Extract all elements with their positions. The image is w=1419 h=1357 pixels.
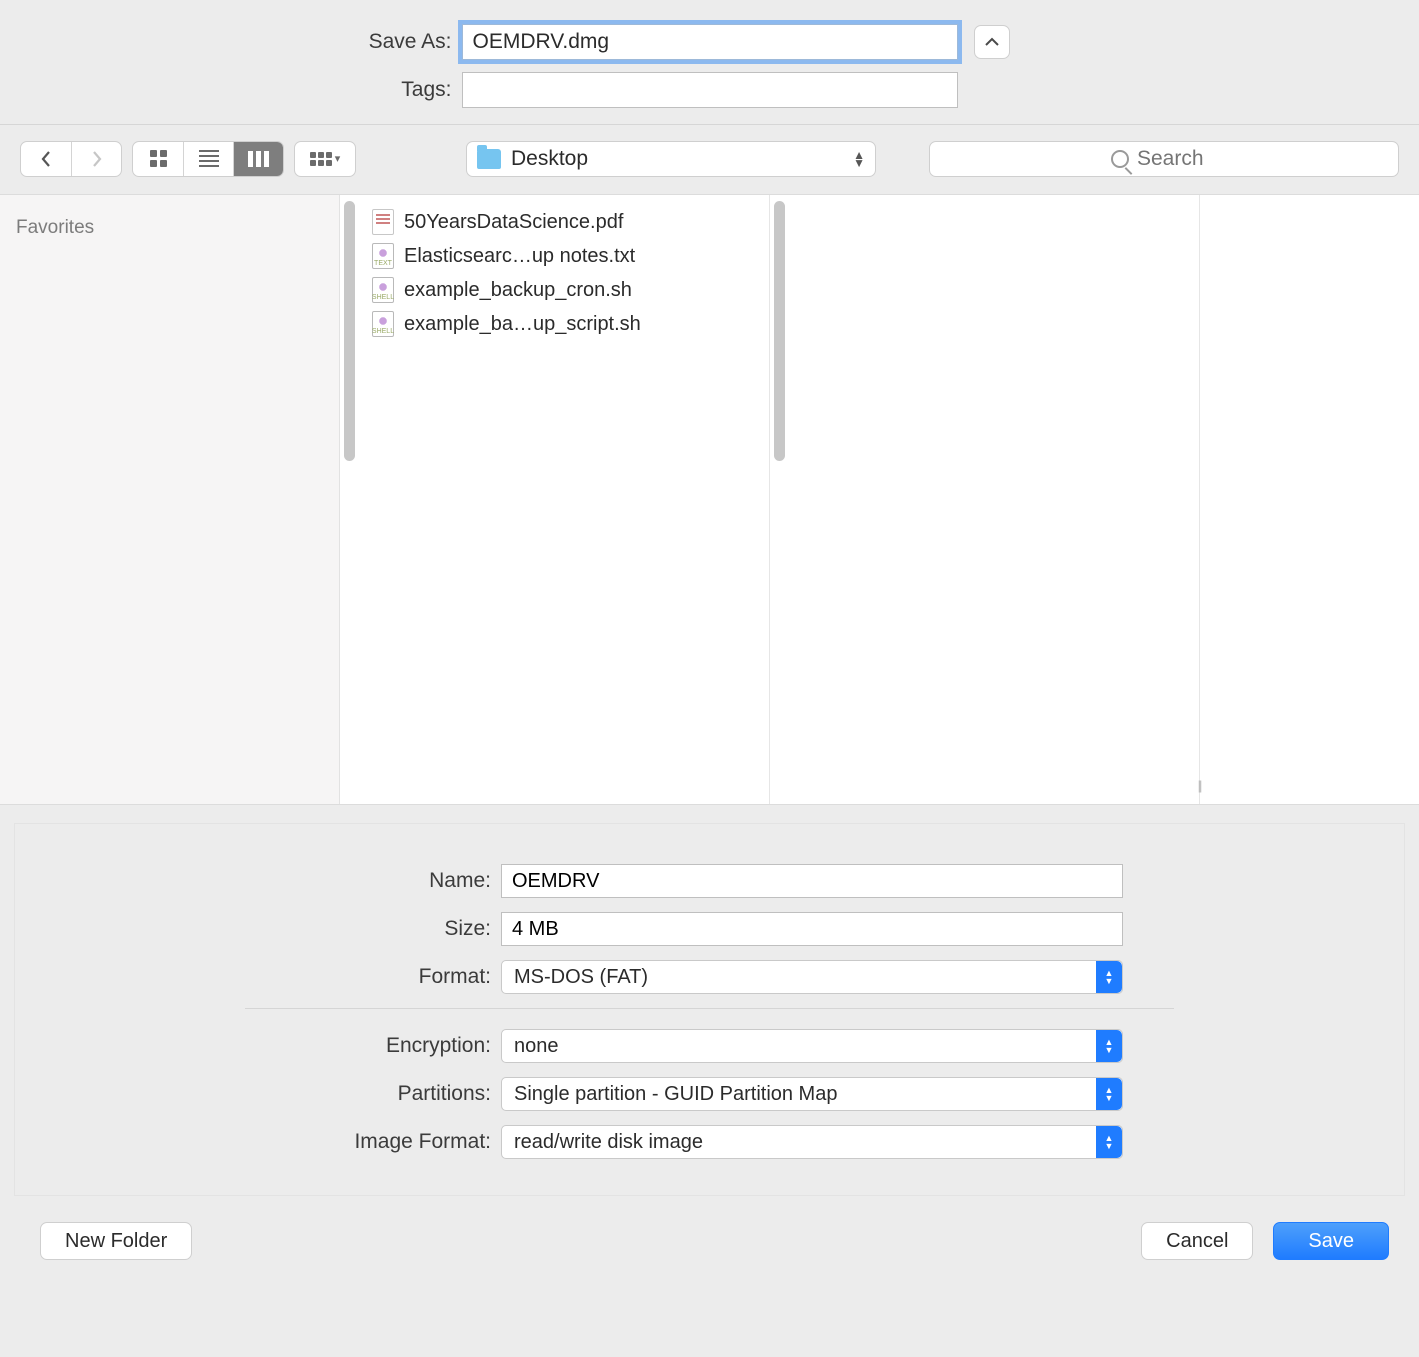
dialog-footer: New Folder Cancel Save [0, 1196, 1419, 1290]
column-3[interactable] [1200, 195, 1419, 804]
file-row[interactable]: 50YearsDataScience.pdf [370, 205, 763, 239]
partitions-value: Single partition - GUID Partition Map [514, 1083, 837, 1106]
file-name: example_backup_cron.sh [404, 279, 632, 302]
updown-stepper-icon: ▲▼ [853, 151, 865, 167]
nav-history-segment [20, 141, 122, 177]
save-button[interactable]: Save [1273, 1222, 1389, 1260]
partitions-label: Partitions: [15, 1082, 501, 1106]
back-button[interactable] [21, 142, 71, 176]
format-label: Format: [15, 965, 501, 989]
image-format-value: read/write disk image [514, 1131, 703, 1154]
group-by-button[interactable]: ▾ [295, 142, 355, 176]
pdf-file-icon [372, 209, 394, 235]
file-name: Elasticsearc…up notes.txt [404, 245, 635, 268]
save-header: Save As: Tags: [0, 0, 1419, 125]
select-stepper-icon: ▲▼ [1096, 1030, 1122, 1062]
icon-view-button[interactable] [133, 142, 183, 176]
encryption-select[interactable]: none ▲▼ [501, 1029, 1123, 1063]
chevron-right-icon [91, 150, 103, 168]
file-row[interactable]: TEXT Elasticsearc…up notes.txt [370, 239, 763, 273]
scrollbar-thumb[interactable] [344, 201, 355, 461]
save-as-input[interactable] [462, 24, 958, 60]
column-1[interactable]: 50YearsDataScience.pdf TEXT Elasticsearc…u… [340, 195, 770, 804]
disk-image-options: Name: Size: Format: MS-DOS (FAT) ▲▼ Encr… [14, 823, 1405, 1196]
sh-file-icon: SHELL [372, 277, 394, 303]
column-resize-handle[interactable]: || [1193, 778, 1205, 798]
select-stepper-icon: ▲▼ [1096, 1126, 1122, 1158]
image-format-label: Image Format: [15, 1130, 501, 1154]
options-divider [245, 1008, 1174, 1009]
scrollbar-thumb[interactable] [774, 201, 785, 461]
tags-input[interactable] [462, 72, 958, 108]
column-view-button[interactable] [233, 142, 283, 176]
browser-toolbar: ▾ Desktop ▲▼ [0, 125, 1419, 195]
search-icon [1111, 150, 1129, 168]
group-segment: ▾ [294, 141, 356, 177]
coverflow-icon [310, 152, 332, 166]
search-input[interactable] [1137, 147, 1217, 171]
list-view-button[interactable] [183, 142, 233, 176]
size-input[interactable] [501, 912, 1123, 946]
file-name: 50YearsDataScience.pdf [404, 211, 623, 234]
file-row[interactable]: SHELL example_ba…up_script.sh [370, 307, 763, 341]
chevron-down-icon: ▾ [335, 152, 341, 165]
encryption-label: Encryption: [15, 1034, 501, 1058]
sidebar-section-favorites: Favorites [16, 217, 323, 239]
format-select[interactable]: MS-DOS (FAT) ▲▼ [501, 960, 1123, 994]
columns-icon [248, 151, 269, 167]
chevron-left-icon [40, 150, 52, 168]
name-input[interactable] [501, 864, 1123, 898]
view-mode-segment [132, 141, 284, 177]
new-folder-button[interactable]: New Folder [40, 1222, 192, 1260]
txt-file-icon: TEXT [372, 243, 394, 269]
select-stepper-icon: ▲▼ [1096, 1078, 1122, 1110]
select-stepper-icon: ▲▼ [1096, 961, 1122, 993]
grid-icon [150, 150, 167, 167]
sh-file-icon: SHELL [372, 311, 394, 337]
sidebar: Favorites [0, 195, 340, 804]
file-row[interactable]: SHELL example_backup_cron.sh [370, 273, 763, 307]
file-name: example_ba…up_script.sh [404, 313, 641, 336]
tags-label: Tags: [112, 78, 452, 102]
image-format-select[interactable]: read/write disk image ▲▼ [501, 1125, 1123, 1159]
forward-button[interactable] [71, 142, 121, 176]
format-value: MS-DOS (FAT) [514, 966, 648, 989]
folder-icon [477, 149, 501, 169]
column-2[interactable]: || [770, 195, 1200, 804]
chevron-up-icon [985, 37, 999, 47]
location-label: Desktop [511, 147, 588, 171]
encryption-value: none [514, 1035, 559, 1058]
save-as-label: Save As: [112, 30, 452, 54]
search-field[interactable] [929, 141, 1399, 177]
partitions-select[interactable]: Single partition - GUID Partition Map ▲▼ [501, 1077, 1123, 1111]
tags-row: Tags: [0, 72, 1419, 108]
file-browser: Favorites 50YearsDataScience.pdf TEXT Elas… [0, 195, 1419, 805]
name-label: Name: [15, 869, 501, 893]
cancel-button[interactable]: Cancel [1141, 1222, 1253, 1260]
size-label: Size: [15, 917, 501, 941]
save-as-row: Save As: [0, 24, 1419, 60]
list-icon [199, 150, 219, 167]
expand-toggle-button[interactable] [974, 25, 1010, 59]
location-popup[interactable]: Desktop ▲▼ [466, 141, 876, 177]
